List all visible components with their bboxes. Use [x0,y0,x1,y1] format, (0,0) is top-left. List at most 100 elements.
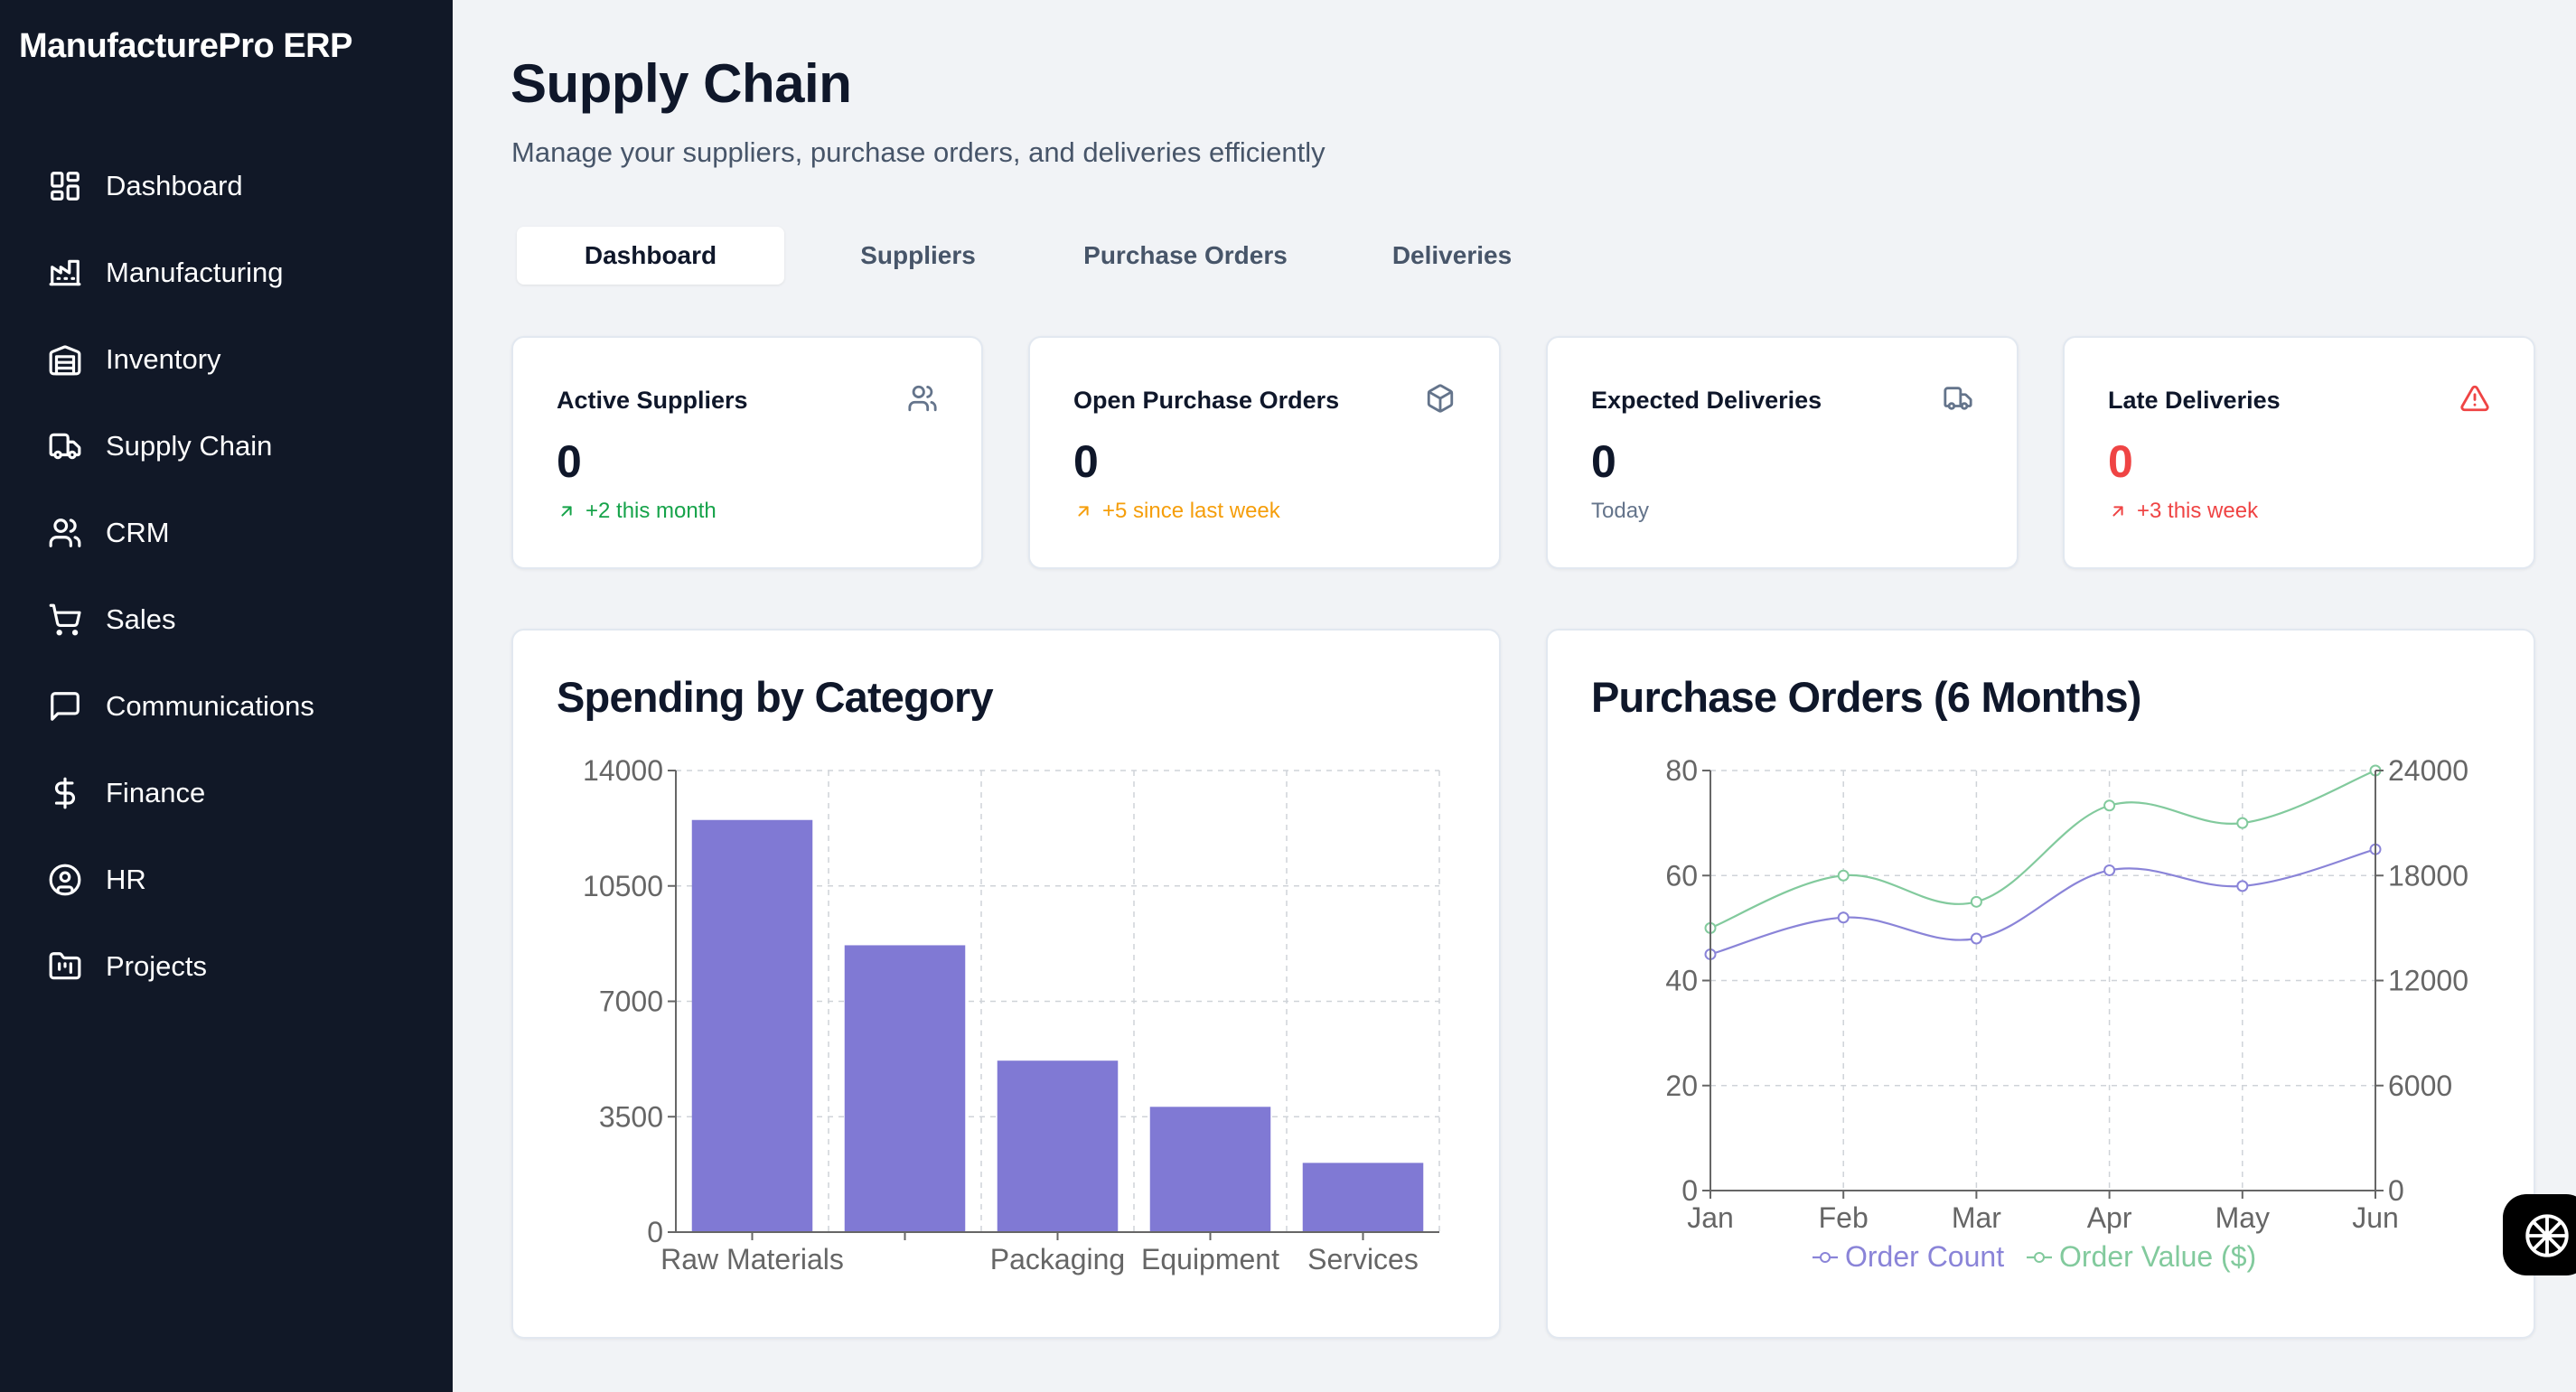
x-tick-label: Mar [1952,1201,2001,1234]
stat-note-text: +2 this month [585,499,717,523]
sidebar-item-projects[interactable]: Projects [0,930,453,1003]
sidebar-item-label: Dashboard [106,170,243,201]
y-tick-label: 3500 [599,1100,663,1133]
series-line [1710,848,2376,956]
factory-icon [47,255,83,291]
stat-card-late-deliveries: Late Deliveries 0 +3 this week [2063,336,2535,569]
y-tick-label: 24000 [2388,754,2468,787]
data-point [1970,895,1982,908]
sidebar-item-label: Sales [106,603,176,635]
bar [844,945,966,1232]
user-circle-icon [47,862,83,898]
stat-note: +3 this week [2108,499,2258,524]
y-tick-label: 40 [1665,965,1698,997]
sidebar-item-finance[interactable]: Finance [0,757,453,829]
bar [997,1060,1119,1232]
page-subtitle: Manage your suppliers, purchase orders, … [511,136,1325,168]
folder-chart-icon [47,948,83,985]
sidebar-item-communications[interactable]: Communications [0,670,453,743]
arrow-up-right-icon [1078,506,1089,517]
y-tick-label: 20 [1665,1070,1698,1102]
assistant-button[interactable] [2503,1194,2576,1275]
bar [691,819,813,1232]
alert-triangle-icon [2459,383,2492,416]
stat-note-text: Today [1591,499,1650,523]
legend-label: Order Count [1845,1240,2004,1273]
stat-value: 0 [557,436,582,487]
x-tick-label: Feb [1819,1201,1869,1234]
spending-by-category-card: Spending by Category 0 3500 7000 10500 14000… [511,629,1501,1339]
arrow-up-right-icon [2112,506,2123,517]
tab-suppliers[interactable]: Suppliers [784,227,1052,285]
truck-icon [1943,383,1975,416]
data-point [1970,932,1982,945]
purchase-orders-line-chart: 02040608006000120001800024000Jan Feb Mar Ap… [1665,754,2468,1273]
cart-icon [47,602,83,638]
app-title: ManufacturePro ERP [19,27,352,65]
x-tick-label: Raw Materials [660,1243,844,1275]
data-point [2236,880,2249,892]
legend-label: Order Value ($) [2059,1240,2256,1273]
stat-note: +2 this month [557,499,717,524]
stat-label: Late Deliveries [2108,387,2281,414]
sidebar-item-label: Finance [106,777,206,808]
sidebar-item-label: Communications [106,690,314,722]
stat-card-active-suppliers: Active Suppliers 0 +2 this month [511,336,983,569]
x-tick-label: May [2215,1201,2270,1234]
tab-purchase-orders[interactable]: Purchase Orders [1052,227,1319,285]
stat-label: Open Purchase Orders [1073,387,1340,414]
users-icon [47,515,83,551]
data-point [2103,799,2116,812]
y-tick-label: 60 [1665,859,1698,892]
x-tick-label: Jun [2352,1201,2399,1234]
bar [1302,1163,1424,1232]
sidebar-item-dashboard[interactable]: Dashboard [0,150,453,222]
y-tick-label: 6000 [2388,1070,2452,1102]
sidebar-item-label: Manufacturing [106,257,284,288]
arrow-up-right-icon [561,506,572,517]
y-tick-label: 10500 [583,870,663,902]
x-tick-label: Jan [1687,1201,1734,1234]
package-icon [1425,383,1457,416]
sidebar-item-label: Supply Chain [106,430,273,462]
stat-label: Expected Deliveries [1591,387,1822,414]
tab-bar: Dashboard Suppliers Purchase Orders Deli… [511,222,1578,288]
sidebar-item-sales[interactable]: Sales [0,584,453,656]
grid-icon [47,168,83,204]
stat-value: 0 [1591,436,1616,487]
tab-deliveries[interactable]: Deliveries [1318,227,1586,285]
stat-label: Active Suppliers [557,387,748,414]
sidebar-item-crm[interactable]: CRM [0,497,453,569]
dollar-icon [47,775,83,811]
y-tick-label: 14000 [583,754,663,787]
data-point [2103,864,2116,876]
spending-bar-chart: 0350070001050014000Raw Materials Packagin… [583,754,1440,1275]
assistant-icon [2525,1214,2569,1257]
x-tick-label: Equipment [1141,1243,1279,1275]
x-tick-label: Packaging [990,1243,1125,1275]
warehouse-icon [47,341,83,378]
stat-card-open-purchase-orders: Open Purchase Orders 0 +5 since last wee… [1028,336,1501,569]
data-point [1837,911,1850,924]
y-tick-label: 80 [1665,754,1698,787]
sidebar-item-hr[interactable]: HR [0,844,453,916]
users-icon [907,383,940,416]
data-point [1837,869,1850,882]
stat-note: Today [1591,499,1649,524]
page-title: Supply Chain [511,53,852,114]
sidebar-item-manufacturing[interactable]: Manufacturing [0,237,453,309]
bar [1149,1107,1271,1232]
sidebar-item-inventory[interactable]: Inventory [0,323,453,396]
main-content: Supply Chain Manage your suppliers, purc… [453,0,2576,1392]
sidebar-item-supply-chain[interactable]: Supply Chain [0,410,453,482]
legend-swatch-marker [1820,1252,1831,1263]
sidebar-item-label: Projects [106,950,207,982]
stat-note-text: +3 this week [2137,499,2259,523]
message-icon [47,688,83,724]
stat-card-expected-deliveries: Expected Deliveries 0 Today [1546,336,2019,569]
stat-note-text: +5 since last week [1102,499,1280,523]
stat-value: 0 [2108,436,2133,487]
tab-dashboard[interactable]: Dashboard [517,227,784,285]
x-tick-label: Services [1307,1243,1419,1275]
y-tick-label: 12000 [2388,965,2468,997]
